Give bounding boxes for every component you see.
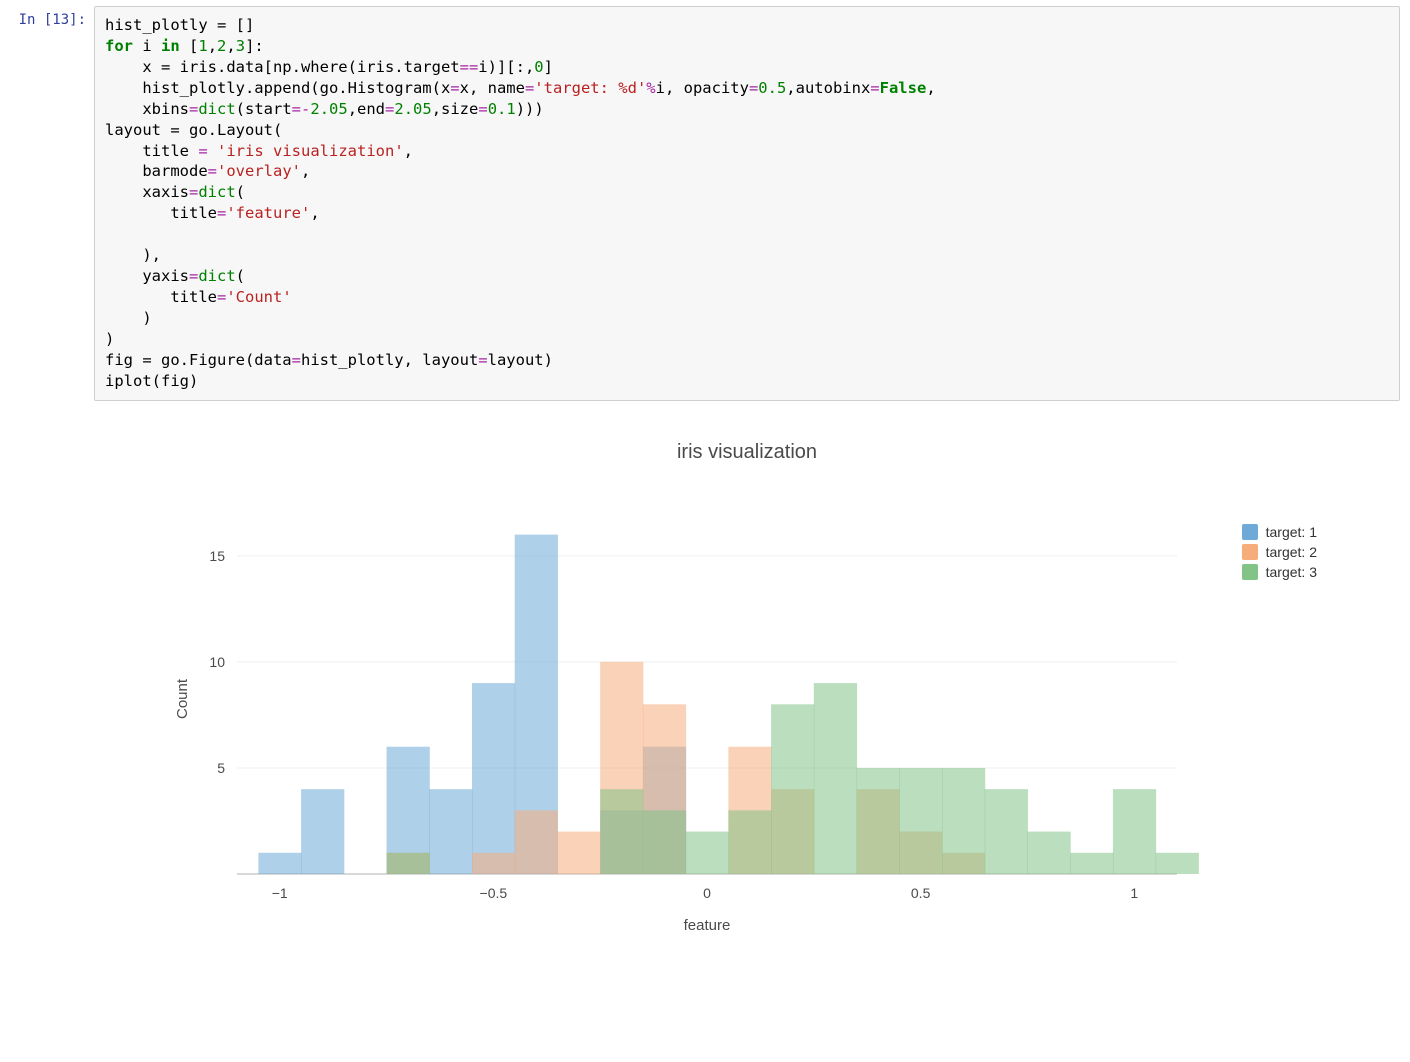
legend-label: target: 2 bbox=[1266, 544, 1317, 560]
plot-output: iris visualization 5 10 15 −1 −0.5 0 0.5 1 Count… bbox=[94, 411, 1400, 944]
svg-text:0: 0 bbox=[703, 885, 711, 901]
output-prompt bbox=[6, 411, 94, 944]
legend-swatch bbox=[1242, 564, 1258, 580]
code-cell: In [13]: hist_plotly = [] for i in [1,2,… bbox=[0, 0, 1410, 407]
code-input[interactable]: hist_plotly = [] for i in [1,2,3]: x = i… bbox=[94, 6, 1400, 401]
svg-text:0.5: 0.5 bbox=[911, 885, 931, 901]
prompt-label: In [13]: bbox=[19, 12, 86, 28]
plot-title: iris visualization bbox=[94, 441, 1400, 464]
legend-label: target: 3 bbox=[1266, 564, 1317, 580]
legend-swatch bbox=[1242, 544, 1258, 560]
legend-item-2[interactable]: target: 2 bbox=[1242, 544, 1317, 560]
svg-text:10: 10 bbox=[209, 653, 225, 669]
plot-area[interactable]: 5 10 15 −1 −0.5 0 0.5 1 Count feature target: 1 t… bbox=[157, 514, 1337, 944]
legend-item-1[interactable]: target: 1 bbox=[1242, 524, 1317, 540]
histogram-svg[interactable]: 5 10 15 −1 −0.5 0 0.5 1 Count feature bbox=[157, 514, 1337, 944]
legend-label: target: 1 bbox=[1266, 524, 1317, 540]
svg-text:1: 1 bbox=[1130, 885, 1138, 901]
legend: target: 1 target: 2 target: 3 bbox=[1242, 524, 1317, 584]
input-prompt: In [13]: bbox=[6, 6, 94, 28]
legend-item-3[interactable]: target: 3 bbox=[1242, 564, 1317, 580]
svg-text:−1: −1 bbox=[272, 885, 288, 901]
svg-text:−0.5: −0.5 bbox=[480, 885, 508, 901]
svg-text:Count: Count bbox=[174, 678, 191, 719]
svg-text:feature: feature bbox=[684, 917, 731, 934]
legend-swatch bbox=[1242, 524, 1258, 540]
output-cell: iris visualization 5 10 15 −1 −0.5 0 0.5 1 Count… bbox=[0, 407, 1410, 948]
svg-text:5: 5 bbox=[217, 760, 225, 776]
svg-text:15: 15 bbox=[209, 547, 225, 563]
